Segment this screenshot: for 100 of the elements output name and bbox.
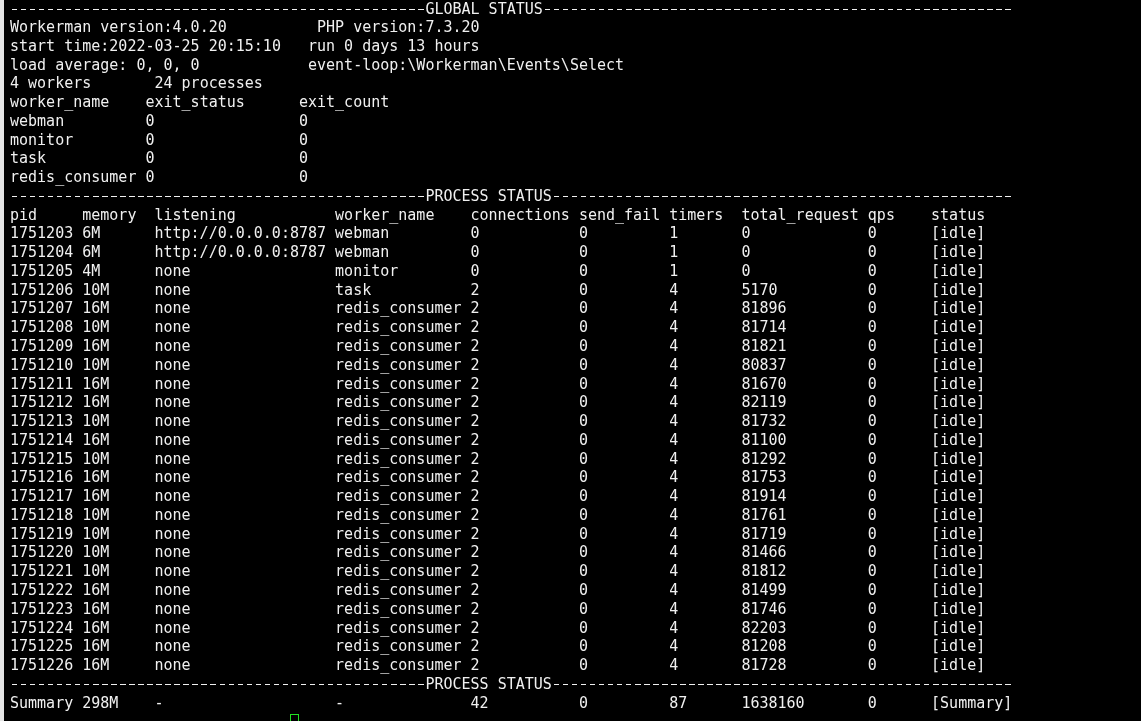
column-header: worker_name	[335, 205, 435, 224]
table-cell: 4	[669, 543, 679, 562]
table-cell: 1751217	[10, 487, 74, 506]
table-cell: none	[154, 505, 191, 524]
table-cell: redis_consumer	[335, 337, 462, 355]
table-cell: 16M	[82, 299, 110, 318]
summary-cell: 0	[867, 693, 877, 712]
table-cell: 6M	[82, 224, 101, 243]
table-cell: 10M	[82, 505, 110, 524]
table-cell: 0	[578, 562, 588, 581]
table-cell: 4	[669, 505, 679, 524]
table-cell: redis_consumer	[10, 168, 137, 187]
table-cell: 0	[578, 224, 588, 243]
table-cell: none	[154, 543, 191, 562]
table-cell: 0	[578, 318, 588, 337]
table-cell: 10M	[82, 318, 110, 337]
table-cell: redis_consumer	[335, 374, 462, 393]
table-cell: 2	[470, 562, 480, 581]
table-cell: 1751218	[10, 505, 74, 524]
table-cell: webman	[335, 224, 390, 243]
table-cell: redis_consumer	[335, 524, 462, 543]
table-cell: 0	[145, 168, 155, 187]
table-cell: redis_consumer	[335, 637, 462, 656]
table-cell: 2	[470, 580, 480, 599]
column-header: exit_status	[145, 93, 245, 112]
table-cell: 0	[145, 149, 155, 168]
table-cell: 4	[669, 299, 679, 318]
table-cell: none	[154, 618, 191, 637]
table-cell: [idle]	[931, 449, 986, 468]
table-cell: 1751221	[10, 562, 74, 581]
table-cell: 1751220	[10, 543, 74, 562]
table-cell: 0	[470, 243, 480, 262]
table-cell: task	[335, 280, 372, 299]
table-cell: 2	[470, 618, 480, 637]
table-cell: 0	[145, 111, 155, 130]
column-header: qps	[867, 205, 895, 224]
table-cell: 81812	[741, 562, 787, 581]
table-cell: 0	[578, 280, 588, 299]
table-cell: 2	[470, 355, 480, 374]
table-cell: 81466	[741, 543, 787, 562]
table-cell: 1751208	[10, 318, 74, 337]
table-cell: 0	[578, 355, 588, 374]
table-cell: redis_consumer	[335, 355, 462, 374]
table-cell: monitor	[10, 130, 74, 149]
table-cell: 4	[669, 656, 679, 675]
table-cell: 2	[470, 412, 480, 431]
table-cell: [idle]	[931, 524, 986, 543]
table-cell: none	[154, 524, 191, 543]
table-cell: [idle]	[931, 618, 986, 637]
table-cell: 2	[470, 393, 480, 412]
table-cell: 16M	[82, 430, 110, 449]
table-cell: 4	[669, 280, 679, 299]
table-cell: 10M	[82, 412, 110, 431]
table-cell: 0	[298, 168, 308, 187]
table-cell: 1751207	[10, 299, 74, 318]
column-header: send_fail	[578, 205, 661, 224]
table-cell: 2	[470, 280, 480, 299]
table-cell: 81753	[741, 468, 787, 487]
table-cell: 5170	[741, 280, 778, 299]
table-cell: [idle]	[931, 580, 986, 599]
table-cell: 0	[867, 261, 877, 280]
table-cell: 0	[867, 224, 877, 243]
status-info-text: event-loop:\Workerman\Events\Select	[308, 55, 625, 75]
table-cell: 4	[669, 637, 679, 656]
table-cell: 0	[741, 224, 751, 243]
table-cell: none	[154, 337, 191, 355]
table-cell: 0	[867, 487, 877, 506]
table-cell: 0	[867, 449, 877, 468]
table-cell: 0	[145, 130, 155, 149]
column-header: connections	[470, 205, 570, 224]
table-cell: redis_consumer	[335, 580, 462, 599]
table-cell: 0	[867, 337, 877, 355]
table-cell: 0	[578, 449, 588, 468]
status-info-text: load average: 0, 0, 0	[10, 55, 200, 74]
table-cell: 4	[669, 318, 679, 337]
table-cell: redis_consumer	[335, 543, 462, 562]
table-cell: 80837	[741, 355, 787, 374]
table-cell: 0	[867, 562, 877, 581]
table-cell: redis_consumer	[335, 505, 462, 524]
table-cell: 16M	[82, 487, 110, 506]
table-cell: 0	[578, 412, 588, 431]
table-cell: 1	[669, 261, 679, 280]
column-header: memory	[82, 205, 137, 224]
summary-cell: 0	[578, 693, 588, 712]
table-cell: http://0.0.0.0:8787	[154, 224, 327, 243]
table-cell: 2	[470, 449, 480, 468]
table-cell: redis_consumer	[335, 393, 462, 412]
table-cell: 10M	[82, 355, 110, 374]
table-cell: [idle]	[931, 468, 986, 487]
table-cell: 4	[669, 393, 679, 412]
table-cell: 16M	[82, 599, 110, 618]
table-cell: redis_consumer	[335, 487, 462, 506]
table-cell: none	[154, 599, 191, 618]
table-cell: [idle]	[931, 299, 986, 318]
table-cell: 1751211	[10, 374, 74, 393]
table-cell: 0	[867, 393, 877, 412]
table-cell: 0	[867, 412, 877, 431]
table-cell: redis_consumer	[335, 430, 462, 449]
table-cell: 4	[669, 337, 679, 355]
column-header: timers	[669, 205, 724, 224]
